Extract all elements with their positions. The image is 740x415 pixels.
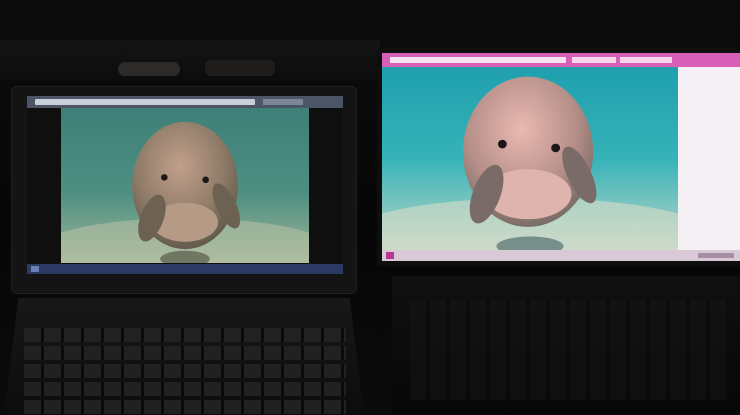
monitor-browser-tab xyxy=(620,57,672,63)
monitor-base xyxy=(410,300,730,400)
keyboard-row xyxy=(24,400,346,414)
laptop-keyboard xyxy=(24,320,346,415)
keyboard-row xyxy=(24,346,346,360)
laptop-manatee-photo xyxy=(61,108,309,263)
monitor-browser-toolbar xyxy=(382,53,740,67)
manatee-image xyxy=(61,108,309,263)
manatee-image xyxy=(382,67,678,250)
monitor-system-tray xyxy=(698,253,734,258)
monitor-manatee-photo xyxy=(382,67,678,250)
laptop-start-icon xyxy=(31,266,39,272)
monitor-page-margin xyxy=(678,67,740,250)
photo-scene xyxy=(0,0,740,415)
background-object xyxy=(205,60,275,76)
monitor-browser-tab xyxy=(572,57,616,63)
monitor-taskbar xyxy=(382,250,740,261)
background-object xyxy=(118,62,180,76)
laptop-browser-toolbar xyxy=(27,96,343,108)
keyboard-row xyxy=(24,328,346,342)
laptop-screen xyxy=(27,96,343,274)
laptop-browser-tab xyxy=(263,99,303,105)
background-shelf xyxy=(0,40,380,80)
laptop-address-bar xyxy=(35,99,255,105)
laptop-taskbar xyxy=(27,264,343,274)
monitor-screen xyxy=(382,53,740,261)
keyboard-row xyxy=(24,382,346,396)
monitor-start-icon xyxy=(386,252,394,259)
monitor-address-bar xyxy=(390,57,566,63)
keyboard-row xyxy=(24,364,346,378)
